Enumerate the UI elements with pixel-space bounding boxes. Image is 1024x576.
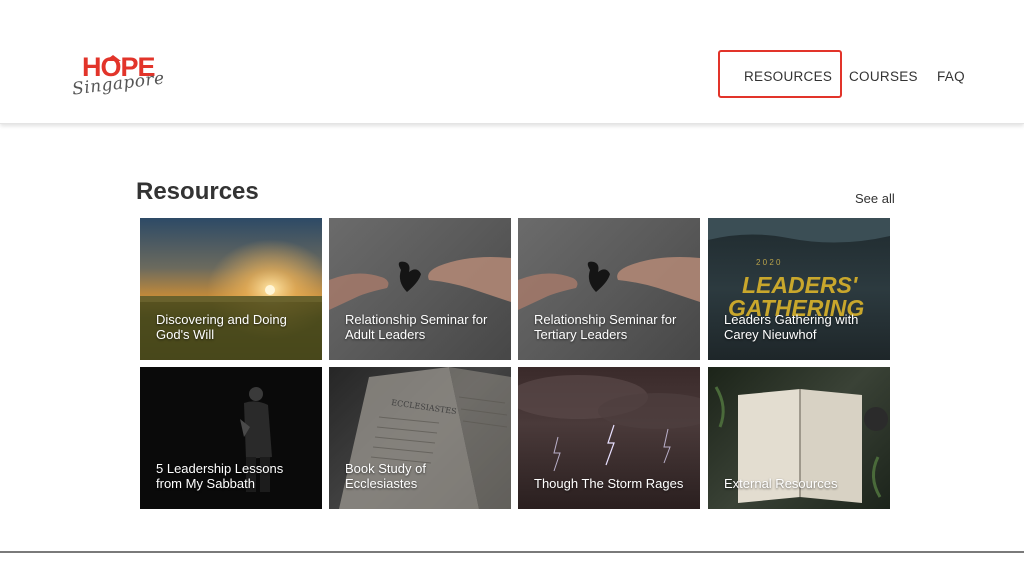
nav-courses[interactable]: COURSES (849, 69, 918, 85)
hope-singapore-logo[interactable]: HOPE Singapore (71, 54, 172, 106)
resource-card[interactable]: Relationship Seminar for Adult Leaders (329, 218, 511, 360)
section-title: Resources (136, 178, 259, 205)
resource-card[interactable]: Though The Storm Rages (518, 367, 700, 509)
card-title: Leaders Gathering with Carey Nieuwhof (724, 312, 859, 342)
card-title: Discovering and Doing God's Will (156, 312, 287, 342)
nav-resources[interactable]: RESOURCES (744, 69, 832, 85)
resource-card[interactable]: Relationship Seminar for Tertiary Leader… (518, 218, 700, 360)
resource-card[interactable]: ECCLESIASTES Book Study of Ecclesiastes (329, 367, 511, 509)
card-title: Book Study of Ecclesiastes (345, 461, 426, 491)
poster-year: 2 0 2 0 (756, 258, 781, 267)
see-all-link[interactable]: See all (855, 191, 895, 206)
footer-divider (0, 551, 1024, 553)
card-title: External Resources (724, 476, 838, 491)
resource-card[interactable]: External Resources (708, 367, 890, 509)
card-title: 5 Leadership Lessons from My Sabbath (156, 461, 284, 491)
nav-faq[interactable]: FAQ (937, 69, 965, 85)
resource-card[interactable]: Discovering and Doing God's Will (140, 218, 322, 360)
resource-card[interactable]: 5 Leadership Lessons from My Sabbath (140, 367, 322, 509)
card-title: Though The Storm Rages (534, 476, 684, 491)
resource-card[interactable]: 2 0 2 0 LEADERS' GATHERING Leaders Gathe… (708, 218, 890, 360)
site-header: HOPE Singapore RESOURCES COURSES FAQ (0, 0, 1024, 124)
card-title: Relationship Seminar for Tertiary Leader… (534, 312, 677, 342)
card-title: Relationship Seminar for Adult Leaders (345, 312, 488, 342)
